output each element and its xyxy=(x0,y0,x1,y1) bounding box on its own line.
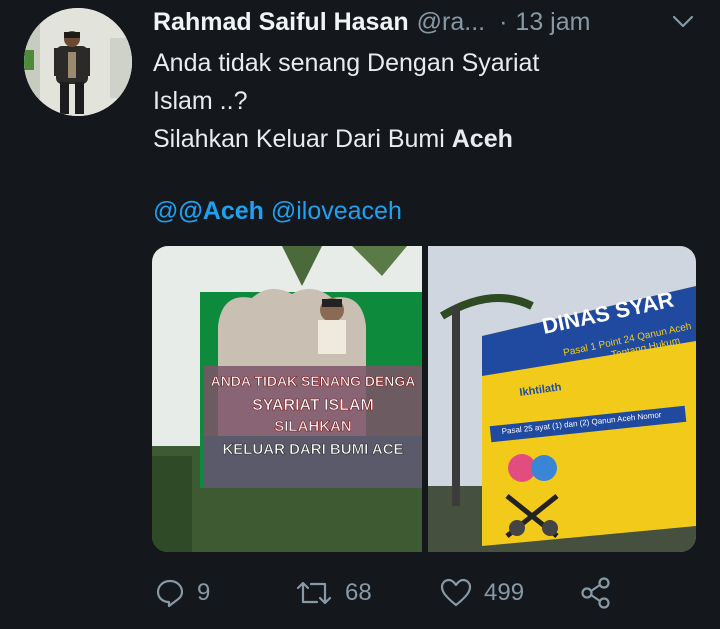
tweet-header: Rahmad Saiful Hasan @ra... · 13 jam xyxy=(153,6,703,38)
tweet-text: Anda tidak senang Dengan Syariat Islam .… xyxy=(153,44,693,158)
share-icon xyxy=(581,577,610,609)
tweet-text-line-3: Silahkan Keluar Dari Bumi Aceh xyxy=(153,120,693,158)
mention-aceh-text[interactable]: @Aceh xyxy=(178,197,264,225)
tweet-text-line-1: Anda tidak senang Dengan Syariat xyxy=(153,49,540,77)
retweet-button[interactable]: 68 xyxy=(295,575,372,611)
tweet-text-line-3-prefix: Silahkan Keluar Dari Bumi xyxy=(153,125,452,153)
photo-1-line-2: SYARIAT ISLAM xyxy=(252,397,374,414)
tweet-actions: 9 68 499 xyxy=(155,575,615,611)
photo-1-line-4: KELUAR DARI BUMI ACE xyxy=(222,441,403,458)
avatar[interactable] xyxy=(24,8,132,116)
like-button[interactable]: 499 xyxy=(440,575,524,611)
tweet-text-bold-word: Aceh xyxy=(451,125,513,153)
photo-1-line-1: ANDA TIDAK SENANG DENGA xyxy=(211,373,416,389)
timestamp[interactable]: 13 jam xyxy=(515,8,590,37)
reply-button[interactable]: 9 xyxy=(155,575,210,611)
like-icon xyxy=(440,578,472,607)
mention-iloveaceh[interactable]: @iloveaceh xyxy=(271,197,402,225)
like-count: 499 xyxy=(484,579,525,606)
author-handle[interactable]: @ra... xyxy=(417,8,485,37)
reply-icon xyxy=(156,579,184,608)
tweet-text-line-2: Islam ..? xyxy=(153,87,248,115)
retweet-count: 68 xyxy=(345,579,372,606)
share-button[interactable] xyxy=(580,575,624,611)
photo-1-line-3: SILAHKAN xyxy=(274,418,352,435)
chevron-down-icon[interactable] xyxy=(671,12,695,32)
tweet-mentions: @@Aceh @iloveaceh xyxy=(153,197,402,226)
mention-aceh[interactable]: @@Aceh xyxy=(153,197,264,225)
retweet-icon xyxy=(296,581,332,605)
media-grid: ANDA TIDAK SENANG DENGA SYARIAT ISLAM SI… xyxy=(152,246,696,552)
author-name[interactable]: Rahmad Saiful Hasan xyxy=(153,8,409,37)
separator: · xyxy=(499,7,508,36)
reply-count: 9 xyxy=(197,579,211,606)
